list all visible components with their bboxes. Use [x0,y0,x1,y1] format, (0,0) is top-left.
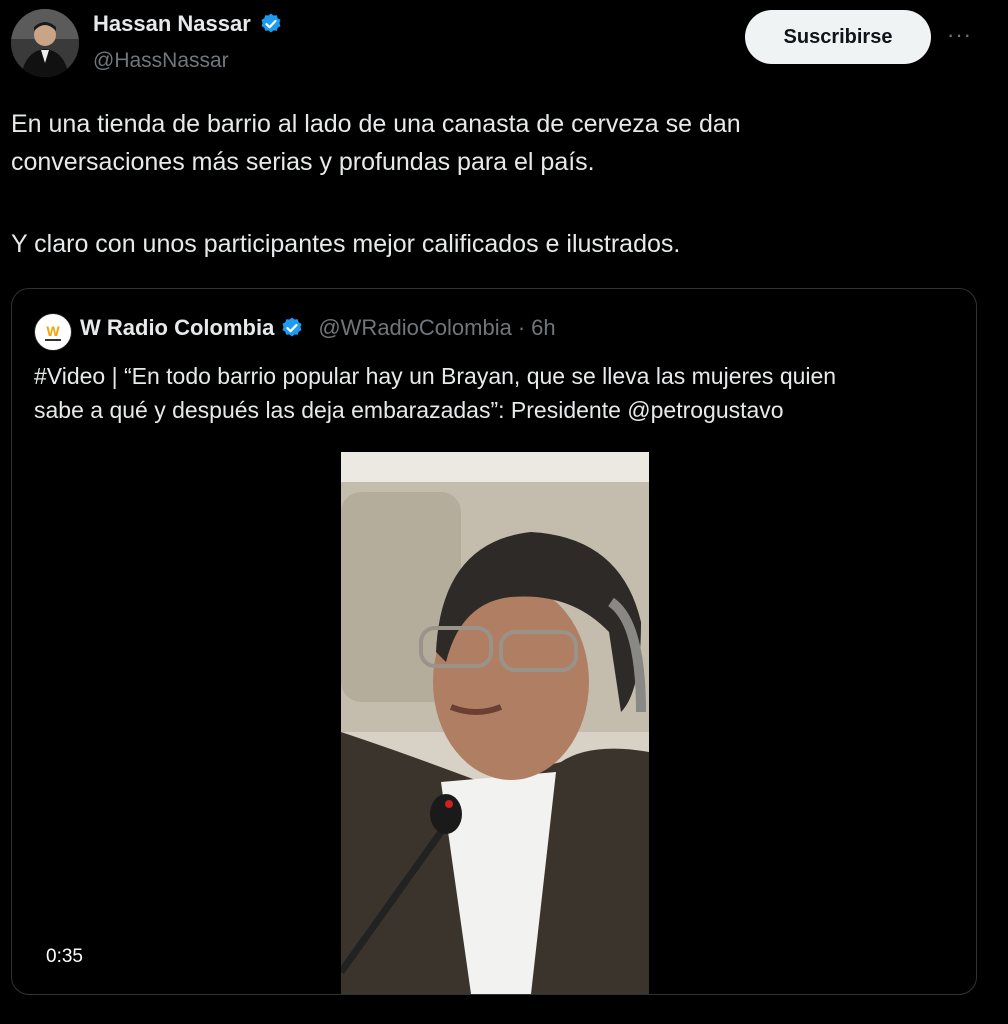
quoted-handle[interactable]: @WRadioColombia [318,315,512,341]
verified-badge-icon [261,13,281,33]
author-avatar[interactable] [11,9,79,77]
separator-dot: · [517,315,526,340]
author-name-row: Hassan Nassar [93,11,283,37]
author-name[interactable]: Hassan Nassar [93,11,251,37]
quoted-text-line: sabe a qué y después las deja embarazada… [34,397,784,423]
quoted-tweet-card[interactable]: W W Radio Colombia @WRadioColombia · 6h … [11,288,977,995]
video-duration: 0:35 [46,946,83,967]
quoted-name-row: W Radio Colombia @WRadioColombia · 6h [80,315,556,341]
quoted-timestamp[interactable]: 6h [531,315,555,341]
quoted-text-line: #Video | “En todo barrio popular hay un … [34,363,837,389]
more-options-icon[interactable]: ··· [947,22,972,48]
video-thumbnail-image [341,452,649,994]
profile-photo-icon [11,9,79,77]
author-handle[interactable]: @HassNassar [93,49,229,73]
verified-badge-icon [282,317,302,337]
quoted-avatar[interactable]: W [34,313,72,351]
tweet-text-line: conversaciones más serias y profundas pa… [11,148,595,176]
w-radio-logo-icon: W [39,318,67,346]
quoted-text: #Video | “En todo barrio popular hay un … [34,359,964,427]
quoted-name[interactable]: W Radio Colombia [80,315,274,341]
logo-letter: W [46,323,60,339]
tweet-text-line: Y claro con unos participantes mejor cal… [11,230,681,258]
subscribe-button[interactable]: Suscribirse [745,10,931,64]
video-player[interactable] [341,452,649,994]
tweet-text-line: En una tienda de barrio al lado de una c… [11,110,741,138]
